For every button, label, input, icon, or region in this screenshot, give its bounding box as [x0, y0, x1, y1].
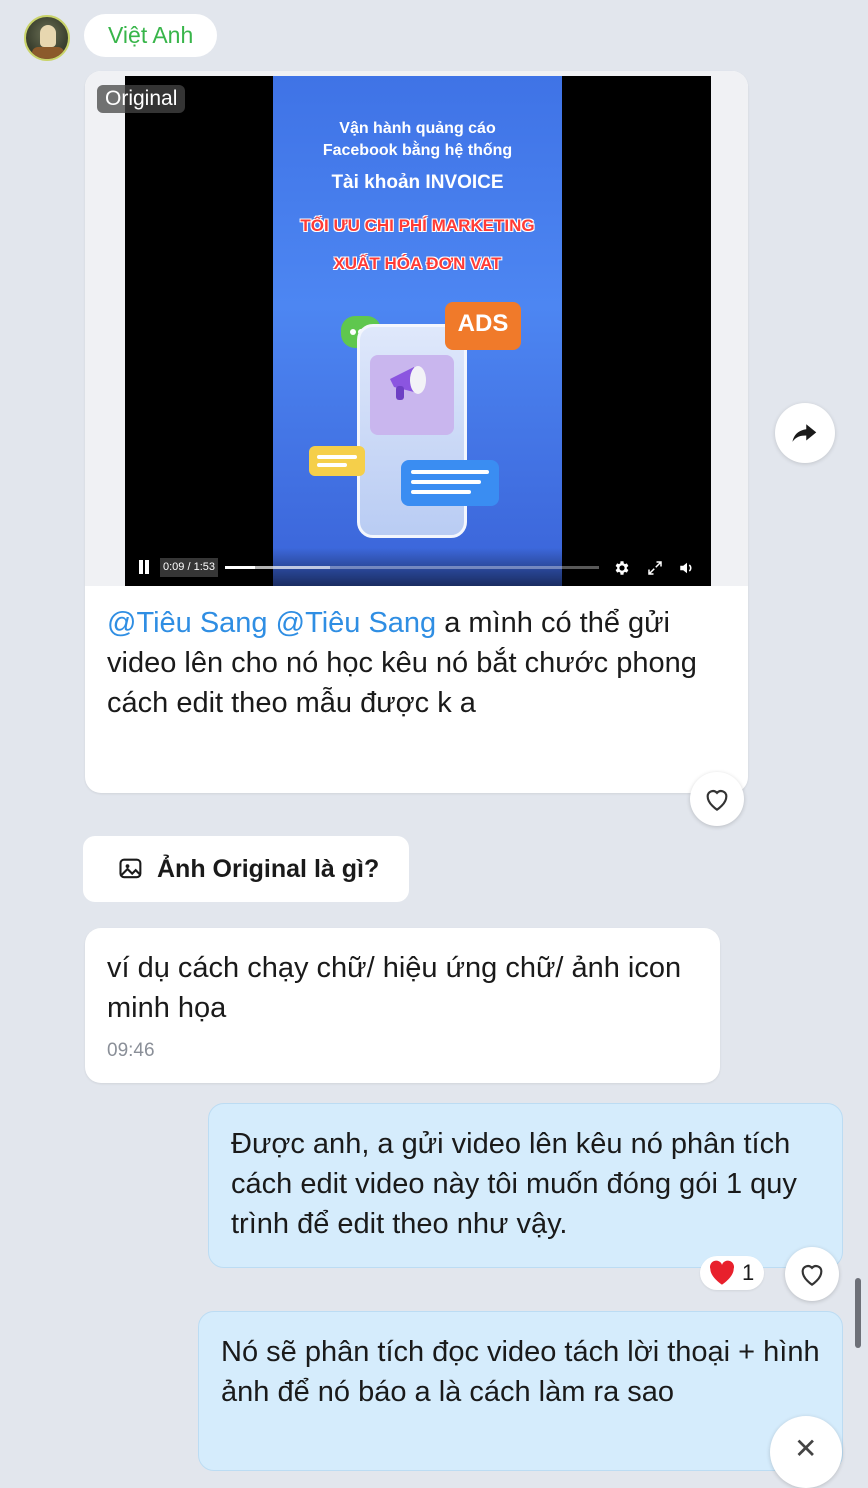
pause-icon[interactable] — [138, 560, 150, 574]
sender-name[interactable]: Việt Anh — [84, 14, 218, 57]
blue-card-illustration — [401, 460, 499, 506]
heart-outline-icon — [706, 790, 728, 811]
video-area: Vận hành quảng cáo Facebook bằng hệ thốn… — [85, 71, 748, 586]
video-title-line2: Facebook bằng hệ thống — [322, 142, 513, 159]
video-poster: Vận hành quảng cáo Facebook bằng hệ thốn… — [273, 76, 562, 586]
message-time: 09:46 — [107, 1040, 155, 1061]
react-heart-button[interactable] — [690, 772, 744, 826]
video-time: 0:09 / 1:53 — [160, 558, 218, 577]
video-title-line1-2: Vận hành quảng cáo Facebook bằng hệ thốn… — [273, 118, 562, 162]
mention-link[interactable]: @Tiêu Sang — [107, 607, 268, 639]
volume-icon[interactable] — [678, 559, 696, 577]
close-icon: ✕ — [794, 1433, 818, 1464]
video-played — [225, 566, 255, 569]
video-title-line4: TỐI ƯU CHI PHÍ MARKETING — [300, 216, 535, 235]
mention-link[interactable]: @Tiêu Sang — [276, 607, 437, 639]
avatar-figure — [40, 25, 56, 47]
video-controls: 0:09 / 1:53 — [125, 548, 711, 586]
reaction-count[interactable]: 1 — [700, 1256, 765, 1290]
forward-button[interactable] — [775, 403, 835, 463]
heart-filled-icon — [709, 1260, 735, 1285]
video-player[interactable]: Vận hành quảng cáo Facebook bằng hệ thốn… — [125, 76, 711, 586]
yellow-card-illustration — [309, 446, 365, 476]
megaphone-illustration — [390, 366, 426, 400]
outgoing-message[interactable]: Được anh, a gửi video lên kêu nó phân tí… — [208, 1103, 843, 1268]
fullscreen-icon[interactable] — [646, 559, 664, 577]
avatar-base — [32, 47, 64, 59]
reaction-count-value: 1 — [742, 1260, 755, 1285]
message-text: Nó sẽ phân tích đọc video tách lời thoại… — [221, 1336, 820, 1408]
avatar[interactable] — [24, 15, 70, 61]
message-text: ví dụ cách chạy chữ/ hiệu ứng chữ/ ảnh i… — [107, 952, 682, 1024]
original-info-button[interactable]: Ảnh Original là gì? — [83, 836, 410, 902]
video-progress[interactable] — [225, 566, 599, 569]
forward-icon — [792, 424, 817, 442]
video-title-line1: Vận hành quảng cáo — [339, 120, 496, 137]
original-info-label: Ảnh Original là gì? — [157, 854, 380, 883]
settings-icon[interactable] — [613, 559, 631, 577]
ads-badge: ADS — [445, 302, 521, 350]
outgoing-message[interactable]: Nó sẽ phân tích đọc video tách lời thoại… — [198, 1311, 843, 1471]
image-icon — [119, 858, 142, 879]
video-title-line3: Tài khoản INVOICE — [331, 172, 504, 193]
react-heart-button[interactable] — [785, 1247, 839, 1301]
close-button[interactable]: ✕ — [770, 1416, 842, 1488]
original-badge: Original — [97, 85, 186, 113]
heart-outline-icon — [801, 1265, 823, 1286]
message-text: Được anh, a gửi video lên kêu nó phân tí… — [231, 1128, 797, 1240]
scrollbar[interactable] — [855, 1278, 861, 1348]
media-message: Vận hành quảng cáo Facebook bằng hệ thốn… — [85, 71, 748, 793]
media-caption: @Tiêu Sang @Tiêu Sang a mình có thể gửi … — [107, 603, 727, 723]
incoming-message[interactable]: ví dụ cách chạy chữ/ hiệu ứng chữ/ ảnh i… — [85, 928, 720, 1083]
video-title-line5: XUẤT HÓA ĐƠN VAT — [333, 254, 502, 273]
